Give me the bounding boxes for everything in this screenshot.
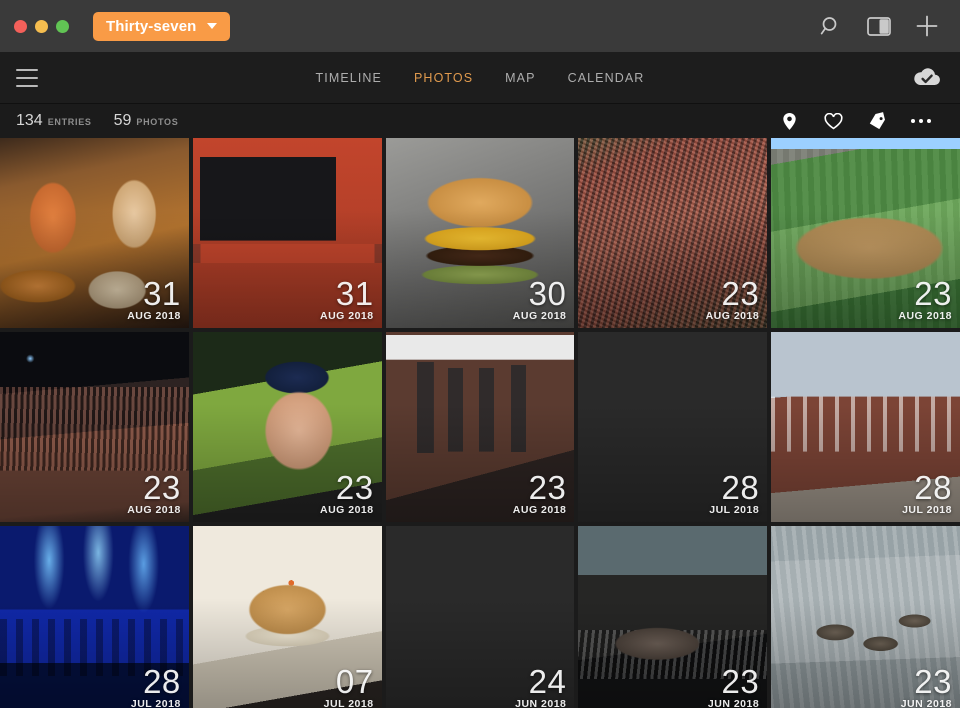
entries-count: 134 — [16, 112, 43, 129]
photo-cell[interactable]: 28 JUL 2018 — [578, 332, 768, 522]
photo-thumbnail — [385, 138, 575, 328]
photo-thumbnail — [192, 138, 382, 328]
plus-icon[interactable] — [914, 13, 940, 39]
photo-cell[interactable]: 24 JUN 2018 — [385, 526, 575, 708]
photo-cell[interactable]: 30 AUG 2018 — [385, 138, 575, 328]
photo-thumbnail — [386, 526, 575, 708]
photo-thumbnail — [771, 526, 960, 708]
photo-thumbnail — [385, 332, 575, 522]
cloud-check-icon[interactable] — [910, 66, 944, 90]
zoom-window-button[interactable] — [56, 19, 69, 33]
entries-label: ENTRIES — [47, 117, 92, 127]
photo-thumbnail — [192, 526, 382, 708]
journal-selector-button[interactable]: Thirty-seven — [93, 11, 231, 41]
view-tabs: TIMELINE PHOTOS MAP CALENDAR — [0, 67, 960, 89]
photo-cell[interactable]: 23 AUG 2018 — [385, 332, 575, 522]
navigation-bar: TIMELINE PHOTOS MAP CALENDAR — [0, 52, 960, 104]
search-icon[interactable] — [818, 13, 844, 39]
sidebar-toggle-icon[interactable] — [866, 13, 892, 39]
photo-cell[interactable]: 23 JUN 2018 — [578, 526, 768, 708]
photo-cell[interactable]: 23 AUG 2018 — [578, 138, 768, 328]
location-pin-icon[interactable] — [778, 110, 800, 132]
more-options-icon[interactable] — [910, 110, 932, 132]
journal-selector-label: Thirty-seven — [106, 17, 197, 35]
title-bar: Thirty-seven — [0, 0, 960, 52]
stats-bar: 134 ENTRIES 59 PHOTOS — [0, 104, 960, 138]
heart-icon[interactable] — [822, 110, 844, 132]
filter-actions — [778, 110, 944, 132]
photo-cell[interactable]: 31 AUG 2018 — [192, 138, 382, 328]
photos-stat: 59 PHOTOS — [114, 112, 179, 130]
photos-count: 59 — [113, 112, 132, 129]
photo-thumbnail — [0, 526, 189, 708]
photo-thumbnail — [578, 526, 768, 708]
tab-photos[interactable]: PHOTOS — [412, 67, 475, 89]
photo-thumbnail — [0, 332, 189, 522]
hamburger-menu-icon[interactable] — [16, 68, 38, 87]
tab-calendar[interactable]: CALENDAR — [566, 67, 647, 89]
app-window: Thirty-seven TIMELINE PHOTOS MAP CALENDA… — [0, 0, 960, 708]
close-window-button[interactable] — [14, 19, 27, 33]
photo-thumbnail — [192, 332, 382, 522]
photo-thumbnail — [0, 138, 189, 328]
photo-cell[interactable]: 31 AUG 2018 — [0, 138, 189, 328]
minimize-window-button[interactable] — [35, 19, 48, 33]
tab-timeline[interactable]: TIMELINE — [314, 67, 384, 89]
photo-cell[interactable]: 23 AUG 2018 — [192, 332, 382, 522]
photo-thumbnail — [771, 332, 960, 522]
window-traffic-lights — [14, 19, 69, 33]
photo-thumbnail — [578, 138, 768, 328]
title-bar-actions — [818, 13, 946, 39]
photo-thumbnail — [771, 138, 960, 328]
chevron-down-icon — [207, 23, 218, 29]
photo-grid: 31 AUG 2018 31 AUG 2018 30 AUG 2018 23 AUG 2018… — [0, 138, 960, 708]
photo-cell[interactable]: 28 JUL 2018 — [0, 526, 189, 708]
photo-cell[interactable]: 28 JUL 2018 — [771, 332, 960, 522]
photo-thumbnail — [578, 332, 767, 522]
photo-cell[interactable]: 23 AUG 2018 — [771, 138, 960, 328]
tag-icon[interactable] — [866, 110, 888, 132]
tab-map[interactable]: MAP — [503, 67, 537, 89]
photos-label: PHOTOS — [136, 117, 179, 127]
entries-stat: 134 ENTRIES — [16, 112, 92, 130]
photo-cell[interactable]: 07 JUL 2018 — [192, 526, 382, 708]
photo-cell[interactable]: 23 JUN 2018 — [771, 526, 960, 708]
photo-cell[interactable]: 23 AUG 2018 — [0, 332, 189, 522]
